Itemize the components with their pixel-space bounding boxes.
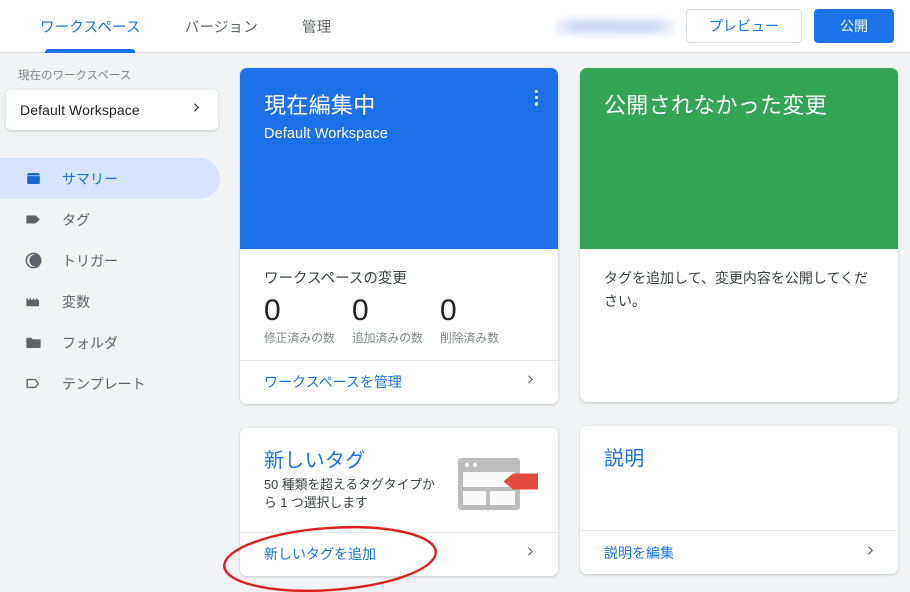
sidebar-item-tags[interactable]: タグ bbox=[0, 199, 220, 240]
tab-workspace-label: ワークスペース bbox=[40, 19, 141, 36]
new-tag-card-body: 新しいタグ 50 種類を超えるタグタイプから 1 つ選択します bbox=[240, 428, 558, 532]
publish-button-label: 公開 bbox=[840, 18, 868, 34]
description-card: 説明 説明を編集 bbox=[580, 426, 898, 574]
tab-admin-label: 管理 bbox=[301, 19, 332, 36]
template-icon bbox=[22, 374, 44, 394]
workspace-selector-name: Default Workspace bbox=[20, 102, 140, 118]
new-tag-card: 新しいタグ 50 種類を超えるタグタイプから 1 つ選択します 新しいタグを追加 bbox=[240, 427, 558, 576]
tab-versions-label: バージョン bbox=[184, 19, 258, 36]
workspace-changes-label: ワークスペースの変更 bbox=[264, 271, 407, 287]
more-options-icon[interactable] bbox=[534, 90, 538, 106]
main-content: 現在編集中 Default Workspace ワークスペースの変更 0 修正済… bbox=[232, 53, 910, 592]
sidebar-item-variables-label: 変数 bbox=[62, 293, 90, 310]
stat-deleted-caption: 削除済み数 bbox=[440, 330, 499, 345]
manage-workspace-action[interactable]: ワークスペースを管理 bbox=[240, 359, 558, 404]
browser-window-illustration bbox=[456, 444, 540, 522]
account-id-redacted bbox=[556, 18, 674, 34]
stat-modified: 0 修正済みの数 bbox=[264, 294, 352, 346]
sidebar-item-templates-label: テンプレート bbox=[62, 375, 146, 392]
description-card-body: 説明 bbox=[580, 426, 898, 530]
folder-icon bbox=[22, 333, 44, 353]
sidebar-item-templates[interactable]: テンプレート bbox=[0, 363, 220, 404]
edit-description-label: 説明を編集 bbox=[604, 544, 674, 561]
workspace-changes-stats: ワークスペースの変更 0 修正済みの数 0 追加済みの数 0 削除済み数 bbox=[240, 249, 558, 360]
card-grid: 現在編集中 Default Workspace ワークスペースの変更 0 修正済… bbox=[240, 68, 898, 576]
sidebar-item-summary[interactable]: サマリー bbox=[0, 158, 220, 199]
editing-workspace-card: 現在編集中 Default Workspace ワークスペースの変更 0 修正済… bbox=[240, 68, 558, 404]
tab-versions[interactable]: バージョン bbox=[163, 0, 280, 53]
stat-modified-value: 0 bbox=[264, 294, 281, 327]
workspace-selector[interactable]: Default Workspace bbox=[6, 90, 218, 130]
variable-icon bbox=[22, 292, 44, 312]
sidebar-item-folders[interactable]: フォルダ bbox=[0, 322, 220, 363]
tag-icon bbox=[22, 210, 44, 230]
summary-icon bbox=[22, 169, 44, 189]
chevron-right-icon bbox=[863, 543, 878, 563]
manage-workspace-label: ワークスペースを管理 bbox=[264, 374, 402, 391]
edit-description-action[interactable]: 説明を編集 bbox=[580, 530, 898, 574]
editing-card-subtitle: Default Workspace bbox=[264, 126, 388, 142]
sidebar: 現在のワークスペース Default Workspace サマリー タグ トリガ… bbox=[0, 53, 232, 592]
stat-added-value: 0 bbox=[352, 294, 369, 327]
card-column-left: 現在編集中 Default Workspace ワークスペースの変更 0 修正済… bbox=[240, 68, 558, 576]
new-tag-card-description: 50 種類を超えるタグタイプから 1 つ選択します bbox=[264, 476, 435, 511]
stat-modified-caption: 修正済みの数 bbox=[264, 330, 335, 345]
unpublished-card-title: 公開されなかった変更 bbox=[604, 93, 828, 118]
header-actions: プレビュー 公開 bbox=[556, 9, 910, 43]
sidebar-item-triggers[interactable]: トリガー bbox=[0, 240, 220, 281]
tab-admin[interactable]: 管理 bbox=[280, 0, 353, 53]
header-tabs: ワークスペース バージョン 管理 bbox=[0, 0, 353, 53]
add-new-tag-label: 新しいタグを追加 bbox=[264, 546, 376, 563]
sidebar-item-tags-label: タグ bbox=[62, 211, 90, 228]
stat-deleted-value: 0 bbox=[440, 294, 457, 327]
editing-card-hero: 現在編集中 Default Workspace bbox=[240, 68, 558, 249]
unpublished-card-body: タグを追加して、変更内容を公開してください。 bbox=[604, 270, 869, 309]
unpublished-card-hero: 公開されなかった変更 bbox=[580, 68, 898, 249]
new-tag-card-title: 新しいタグ bbox=[264, 449, 366, 472]
stat-added-caption: 追加済みの数 bbox=[352, 330, 423, 345]
chevron-right-icon bbox=[189, 100, 204, 120]
preview-button-label: プレビュー bbox=[709, 18, 779, 34]
sidebar-item-triggers-label: トリガー bbox=[62, 252, 118, 269]
sidebar-item-folders-label: フォルダ bbox=[62, 334, 118, 351]
app-header: ワークスペース バージョン 管理 プレビュー 公開 bbox=[0, 0, 910, 53]
add-new-tag-action[interactable]: 新しいタグを追加 bbox=[240, 531, 558, 576]
chevron-right-icon bbox=[523, 544, 538, 564]
preview-button[interactable]: プレビュー bbox=[686, 9, 802, 43]
current-workspace-label: 現在のワークスペース bbox=[18, 70, 132, 82]
gtm-workspace-page: ワークスペース バージョン 管理 プレビュー 公開 現在のワークスペース Def… bbox=[0, 0, 910, 592]
stat-deleted: 0 削除済み数 bbox=[440, 294, 528, 346]
sidebar-nav: サマリー タグ トリガー 変数 フォルダ テンプレート bbox=[0, 158, 232, 404]
tab-workspace[interactable]: ワークスペース bbox=[18, 0, 163, 53]
sidebar-item-variables[interactable]: 変数 bbox=[0, 281, 220, 322]
editing-card-title: 現在編集中 bbox=[264, 93, 376, 118]
card-column-right: 公開されなかった変更 タグを追加して、変更内容を公開してください。 説明 説明を… bbox=[580, 68, 898, 576]
publish-button[interactable]: 公開 bbox=[814, 9, 894, 43]
sidebar-item-summary-label: サマリー bbox=[62, 170, 118, 187]
unpublished-changes-card: 公開されなかった変更 タグを追加して、変更内容を公開してください。 bbox=[580, 68, 898, 402]
trigger-icon bbox=[22, 251, 44, 271]
description-card-title: 説明 bbox=[604, 448, 645, 470]
stat-added: 0 追加済みの数 bbox=[352, 294, 440, 346]
chevron-right-icon bbox=[523, 372, 538, 392]
